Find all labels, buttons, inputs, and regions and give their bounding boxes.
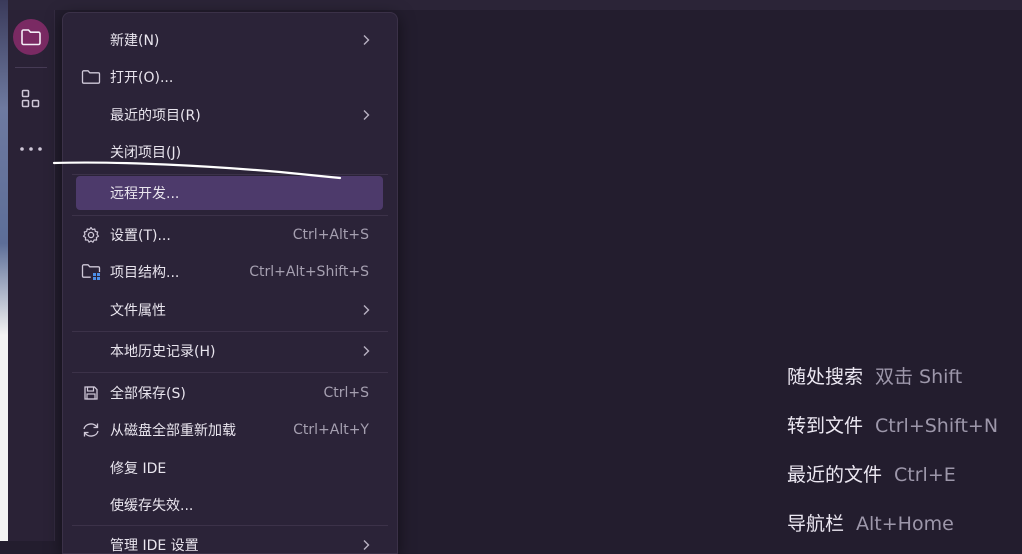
menu-item-remote-development[interactable]: 远程开发... [76, 176, 383, 210]
chevron-right-icon [363, 540, 370, 550]
hint-search-everywhere: 随处搜索 双击 Shift [787, 362, 962, 389]
menu-separator [72, 525, 388, 526]
menu-item-save-all[interactable]: 全部保存(S) Ctrl+S [76, 376, 383, 410]
hint-label: 转到文件 [787, 415, 864, 437]
hint-recent-files: 最近的文件 Ctrl+E [787, 460, 956, 487]
gear-icon [81, 226, 101, 244]
menu-item-recent-projects[interactable]: 最近的项目(R) [76, 98, 383, 132]
save-icon [81, 384, 101, 402]
project-badge [13, 19, 49, 55]
desktop-background-peek [0, 0, 8, 541]
chevron-right-icon [363, 346, 370, 356]
menu-item-repair-ide[interactable]: 修复 IDE [76, 451, 383, 485]
reload-icon [81, 421, 101, 439]
menu-separator [72, 331, 388, 332]
menu-item-shortcut: Ctrl+Alt+S [292, 227, 369, 243]
more-button[interactable] [12, 130, 50, 168]
folder-icon [21, 29, 41, 46]
menu-item-manage-ide-settings[interactable]: 管理 IDE 设置 [76, 528, 383, 554]
menu-item-reload-all[interactable]: 从磁盘全部重新加载 Ctrl+Alt+Y [76, 413, 383, 447]
hint-shortcut: Ctrl+Shift+N [875, 415, 999, 437]
menu-item-label: 新建(N) [110, 33, 160, 49]
menu-separator [72, 174, 388, 175]
menu-item-label: 项目结构... [110, 265, 180, 281]
menu-item-label: 使缓存失效... [110, 498, 194, 514]
menu-item-invalidate-caches[interactable]: 使缓存失效... [76, 488, 383, 522]
menu-item-label: 文件属性 [110, 303, 166, 319]
activity-bar [8, 10, 55, 541]
menu-item-label: 从磁盘全部重新加载 [110, 423, 236, 439]
structure-button[interactable] [12, 80, 50, 118]
menu-item-label: 关闭项目(J) [110, 145, 182, 161]
hint-shortcut: 双击 Shift [875, 366, 963, 388]
activity-bar-divider [15, 67, 47, 68]
menu-item-label: 最近的项目(R) [110, 108, 201, 124]
menu-item-open[interactable]: 打开(O)... [76, 60, 383, 94]
menu-item-shortcut: Ctrl+Alt+Y [293, 422, 369, 438]
hint-shortcut: Alt+Home [856, 513, 954, 535]
menu-item-label: 管理 IDE 设置 [110, 538, 199, 554]
menu-item-local-history[interactable]: 本地历史记录(H) [76, 334, 383, 368]
menu-item-label: 修复 IDE [110, 461, 167, 477]
menu-item-file-properties[interactable]: 文件属性 [76, 293, 383, 327]
window-top-strip [0, 0, 1022, 10]
structure-icon [21, 89, 40, 108]
menu-item-close-project[interactable]: 关闭项目(J) [76, 135, 383, 169]
hint-shortcut: Ctrl+E [894, 464, 956, 486]
menu-separator [72, 372, 388, 373]
project-button[interactable] [12, 18, 50, 56]
menu-item-shortcut: Ctrl+Alt+Shift+S [249, 264, 369, 280]
menu-item-label: 打开(O)... [110, 70, 174, 86]
folder-icon [81, 68, 101, 86]
chevron-right-icon [363, 305, 370, 315]
hint-goto-file: 转到文件 Ctrl+Shift+N [787, 411, 998, 438]
menu-item-project-structure[interactable]: 项目结构... Ctrl+Alt+Shift+S [76, 255, 383, 289]
hint-navigation-bar: 导航栏 Alt+Home [787, 509, 954, 536]
menu-item-shortcut: Ctrl+S [323, 385, 369, 401]
menu-item-label: 全部保存(S) [110, 386, 186, 402]
project-structure-icon [81, 263, 101, 281]
menu-item-label: 设置(T)... [110, 228, 171, 244]
menu-item-settings[interactable]: 设置(T)... Ctrl+Alt+S [76, 218, 383, 252]
menu-separator [72, 215, 388, 216]
file-menu-popup: 新建(N) 打开(O)... 最近的项目(R) 关闭项目(J) 远程开发... … [62, 12, 398, 554]
chevron-right-icon [363, 110, 370, 120]
hint-label: 最近的文件 [787, 464, 883, 486]
menu-item-label: 本地历史记录(H) [110, 344, 216, 360]
hint-label: 导航栏 [787, 513, 845, 535]
more-horizontal-icon [20, 147, 42, 151]
menu-item-new[interactable]: 新建(N) [76, 23, 383, 57]
hint-label: 随处搜索 [787, 366, 864, 388]
chevron-right-icon [363, 35, 370, 45]
menu-item-label: 远程开发... [110, 186, 180, 202]
